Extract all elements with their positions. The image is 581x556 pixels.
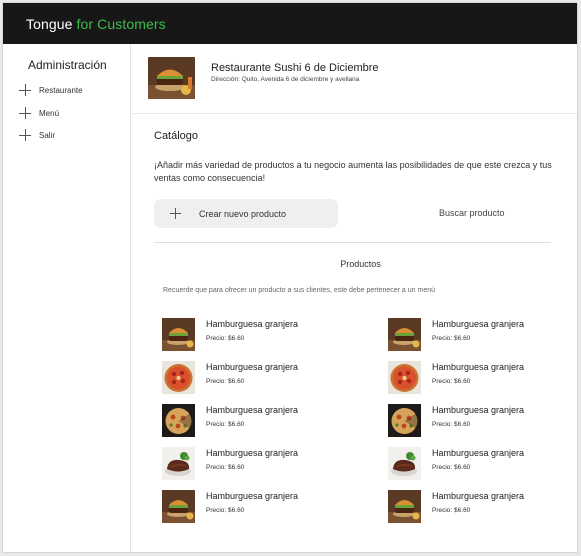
product-card[interactable]: Hamburguesa granjera Precio: $6.60 — [388, 318, 568, 352]
plus-icon — [19, 107, 31, 119]
sidebar-item-label: Restaurante — [39, 85, 83, 95]
product-name: Hamburguesa granjera — [206, 491, 299, 501]
create-product-label: Crear nuevo producto — [199, 208, 287, 219]
product-photo — [162, 490, 195, 523]
main-content: Restaurante Sushi 6 de Diciembre Direcci… — [132, 44, 577, 552]
product-name: Hamburguesa granjera — [206, 448, 299, 458]
product-photo — [162, 318, 195, 351]
sidebar-item-salir[interactable]: Salir — [19, 127, 55, 143]
catalog-description: ¡Añadir más variedad de productos a tu n… — [154, 160, 552, 183]
sidebar-item-label: Salir — [39, 130, 56, 140]
search-product-link[interactable]: Buscar producto — [439, 208, 505, 218]
product-card[interactable]: Hamburguesa granjera Precio: $6.60 — [388, 447, 568, 481]
products-heading: Productos — [340, 259, 381, 269]
product-card[interactable]: Hamburguesa granjera Precio: $6.60 — [388, 361, 568, 395]
restaurant-address: Dirección: Quito, Avenida 6 de diciembre… — [211, 76, 360, 83]
product-photo — [388, 490, 421, 523]
product-name: Hamburguesa granjera — [432, 362, 525, 372]
product-name: Hamburguesa granjera — [206, 362, 299, 372]
sidebar-item-restaurante[interactable]: Restaurante — [19, 82, 83, 98]
product-name: Hamburguesa granjera — [432, 319, 525, 329]
product-card[interactable]: Hamburguesa granjera Precio: $6.60 — [388, 490, 568, 524]
product-name: Hamburguesa granjera — [432, 448, 525, 458]
brand-logo[interactable]: Tongue for Customers — [26, 16, 166, 32]
product-name: Hamburguesa granjera — [432, 491, 525, 501]
product-price: Precio: $6.60 — [432, 464, 471, 471]
restaurant-header: Restaurante Sushi 6 de Diciembre Direcci… — [132, 44, 577, 114]
product-photo — [388, 318, 421, 351]
product-photo — [388, 361, 421, 394]
product-card[interactable]: Hamburguesa granjera Precio: $6.60 — [162, 490, 342, 524]
product-photo — [162, 404, 195, 437]
top-bar: Tongue for Customers — [3, 3, 577, 44]
product-price: Precio: $6.60 — [432, 378, 471, 385]
product-photo — [162, 361, 195, 394]
sidebar: Administración Restaurante Menú Salir — [3, 44, 131, 552]
product-name: Hamburguesa granjera — [432, 405, 525, 415]
products-reminder: Recuerde que para ofrecer un producto a … — [163, 287, 436, 294]
catalog-title: Catálogo — [154, 130, 199, 142]
sidebar-item-label: Menú — [39, 108, 60, 118]
product-price: Precio: $6.60 — [206, 378, 245, 385]
plus-icon — [19, 129, 31, 141]
plus-icon — [170, 208, 181, 219]
brand-name: Tongue — [26, 16, 73, 32]
product-price: Precio: $6.60 — [432, 507, 471, 514]
product-name: Hamburguesa granjera — [206, 319, 299, 329]
app-window: Tongue for Customers Administración Rest… — [2, 2, 578, 553]
create-product-button[interactable]: Crear nuevo producto — [154, 199, 338, 228]
product-card[interactable]: Hamburguesa granjera Precio: $6.60 — [388, 404, 568, 438]
product-card[interactable]: Hamburguesa granjera Precio: $6.60 — [162, 361, 342, 395]
product-name: Hamburguesa granjera — [206, 405, 299, 415]
product-photo — [162, 447, 195, 480]
product-price: Precio: $6.60 — [206, 507, 245, 514]
sidebar-title: Administración — [28, 58, 107, 72]
product-photo — [388, 404, 421, 437]
sidebar-item-menu[interactable]: Menú — [19, 105, 59, 121]
product-price: Precio: $6.60 — [432, 421, 471, 428]
product-card[interactable]: Hamburguesa granjera Precio: $6.60 — [162, 318, 342, 352]
product-price: Precio: $6.60 — [432, 335, 471, 342]
product-price: Precio: $6.60 — [206, 335, 245, 342]
product-card[interactable]: Hamburguesa granjera Precio: $6.60 — [162, 447, 342, 481]
product-photo — [388, 447, 421, 480]
product-price: Precio: $6.60 — [206, 421, 245, 428]
restaurant-name: Restaurante Sushi 6 de Diciembre — [211, 62, 379, 74]
product-price: Precio: $6.60 — [206, 464, 245, 471]
restaurant-photo — [148, 57, 195, 99]
plus-icon — [19, 84, 31, 96]
brand-tagline: for Customers — [76, 16, 166, 32]
divider — [154, 242, 551, 243]
product-card[interactable]: Hamburguesa granjera Precio: $6.60 — [162, 404, 342, 438]
